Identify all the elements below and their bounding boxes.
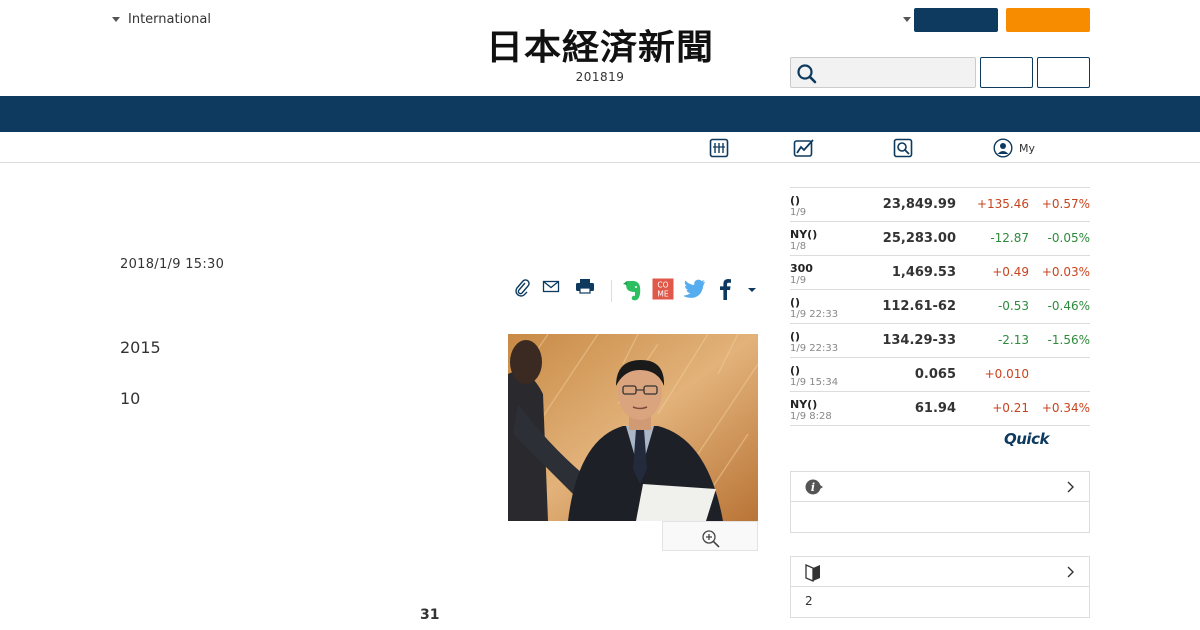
- market-percent: -0.46%: [1047, 299, 1090, 313]
- market-change: -0.53: [997, 299, 1029, 313]
- market-row[interactable]: () 1/9 22:33 112.61-62 -0.53 -0.46%: [790, 290, 1090, 324]
- market-time: 1/9 8:28: [790, 411, 832, 422]
- market-change: +0.21: [992, 401, 1029, 415]
- page-number: 31: [420, 607, 440, 623]
- market-percent: +0.34%: [1041, 401, 1090, 415]
- guide-panel-header[interactable]: [791, 557, 1089, 587]
- market-name: NY(): [790, 228, 818, 241]
- market-row[interactable]: NY() 1/8 25,283.00 -12.87 -0.05%: [790, 222, 1090, 256]
- masthead-date: 201819: [575, 70, 625, 84]
- market-time: 1/9 22:33: [790, 309, 839, 320]
- search-icon[interactable]: [796, 63, 818, 85]
- chevron-right-icon: [1067, 481, 1074, 493]
- market-value: 0.065: [914, 367, 956, 382]
- signup-button[interactable]: [1037, 57, 1090, 88]
- edition-label: International: [128, 12, 211, 27]
- market-time: 1/9 15:34: [790, 377, 839, 388]
- info-icon: i: [805, 479, 823, 495]
- zoom-in-icon: [702, 530, 720, 548]
- info-panel: i: [790, 471, 1090, 533]
- market-name: (): [790, 364, 801, 377]
- market-row[interactable]: NY() 1/9 8:28 61.94 +0.21 +0.34%: [790, 392, 1090, 426]
- market-change: -12.87: [990, 231, 1029, 245]
- market-time: 1/9 22:33: [790, 343, 839, 354]
- market-percent: +0.57%: [1041, 197, 1090, 211]
- guide-panel: 2: [790, 556, 1090, 618]
- market-row[interactable]: 300 1/9 1,469.53 +0.49 +0.03%: [790, 256, 1090, 290]
- chevron-down-icon: [112, 17, 120, 22]
- article-photo[interactable]: [508, 334, 758, 521]
- press-conference-photo: [508, 334, 758, 521]
- market-name: NY(): [790, 398, 818, 411]
- svg-text:i: i: [811, 481, 815, 494]
- user-icon: [993, 138, 1013, 158]
- market-row[interactable]: () 1/9 15:34 0.065 +0.010: [790, 358, 1090, 392]
- market-time: 1/8: [790, 241, 807, 252]
- market-time: 1/9: [790, 275, 807, 286]
- edition-selector[interactable]: International: [112, 12, 211, 27]
- subnav-item-label: My: [1019, 141, 1036, 155]
- info-panel-header[interactable]: i: [791, 472, 1089, 502]
- chevron-right-icon: [1067, 566, 1074, 578]
- market-value: 1,469.53: [891, 265, 956, 280]
- market-percent: +0.03%: [1041, 265, 1090, 279]
- market-change: +135.46: [976, 197, 1029, 211]
- chart-icon: [793, 139, 814, 157]
- market-change: +0.010: [984, 367, 1029, 381]
- beginner-mark-icon: [805, 564, 820, 582]
- market-table: () 1/9 23,849.99 +135.46 +0.57% NY() 1/8…: [790, 187, 1090, 426]
- sub-navigation: My: [0, 132, 1200, 163]
- market-name: 300: [790, 262, 813, 275]
- market-value: 25,283.00: [882, 231, 956, 246]
- market-change: -2.13: [997, 333, 1029, 347]
- article-date: 2018/1/9 15:30: [120, 257, 225, 272]
- subnav-item-my[interactable]: My: [993, 138, 1035, 158]
- market-name: (): [790, 330, 801, 343]
- quick-logo[interactable]: Quick: [1004, 430, 1049, 448]
- nikkei-logo: 日本経済新聞: [486, 26, 714, 68]
- search-input[interactable]: [821, 58, 971, 87]
- market-value: 112.61-62: [882, 299, 956, 314]
- evernote-icon[interactable]: [622, 278, 642, 302]
- share-divider: [611, 280, 612, 302]
- guide-panel-body: 2: [805, 594, 813, 608]
- photo-zoom-button[interactable]: [662, 521, 758, 551]
- market-name: (): [790, 194, 801, 207]
- info-panel-body: [791, 502, 1089, 532]
- search-icon: [893, 138, 913, 158]
- svg-text:CO: CO: [657, 281, 668, 290]
- chevron-down-icon[interactable]: [903, 17, 911, 22]
- come-icon[interactable]: CO ME: [652, 278, 674, 300]
- paperclip-icon[interactable]: [513, 278, 531, 298]
- svg-text:ME: ME: [657, 290, 668, 299]
- market-value: 23,849.99: [882, 197, 956, 212]
- navy-header-button[interactable]: [914, 8, 998, 32]
- market-row[interactable]: () 1/9 22:33 134.29-33 -2.13 -1.56%: [790, 324, 1090, 358]
- market-value: 61.94: [914, 401, 956, 416]
- share-toolbar: CO ME: [510, 276, 760, 304]
- market-percent: -1.56%: [1047, 333, 1090, 347]
- market-change: +0.49: [992, 265, 1029, 279]
- article-paragraph: 2015: [120, 338, 161, 357]
- twitter-icon[interactable]: [684, 278, 706, 298]
- market-value: 134.29-33: [882, 333, 956, 348]
- print-icon[interactable]: [575, 278, 595, 296]
- mail-icon[interactable]: [542, 278, 560, 296]
- facebook-icon[interactable]: [718, 278, 732, 300]
- newspaper-icon: [709, 138, 729, 158]
- orange-header-button[interactable]: [1006, 8, 1090, 32]
- masthead[interactable]: 日本経済新聞 201819: [450, 26, 750, 84]
- subnav-item-markets[interactable]: [793, 138, 821, 158]
- search-box[interactable]: [790, 57, 976, 88]
- article-paragraph: 10: [120, 389, 141, 408]
- main-navbar: [0, 96, 1200, 132]
- subnav-item-paper[interactable]: [709, 138, 735, 158]
- market-name: (): [790, 296, 801, 309]
- market-row[interactable]: () 1/9 23,849.99 +135.46 +0.57%: [790, 188, 1090, 222]
- more-caret-icon[interactable]: [746, 286, 758, 294]
- market-time: 1/9: [790, 207, 807, 218]
- market-percent: -0.05%: [1047, 231, 1090, 245]
- subnav-item-search[interactable]: [893, 138, 919, 158]
- login-button[interactable]: [980, 57, 1033, 88]
